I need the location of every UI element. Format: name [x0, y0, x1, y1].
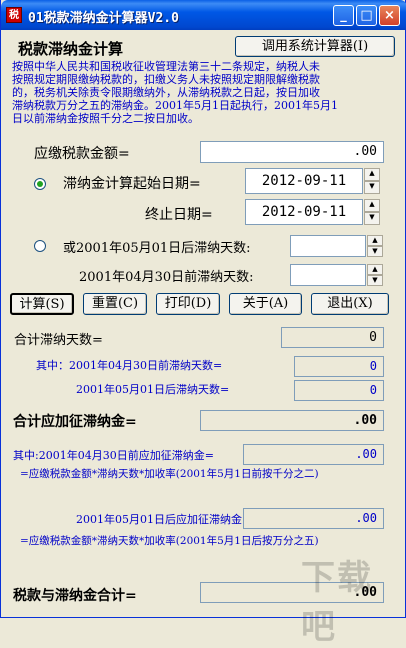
before-fee-output: .00	[243, 444, 384, 465]
spin-up-icon[interactable]: ▲	[364, 168, 380, 181]
exit-button[interactable]: 退出(X)	[311, 293, 389, 315]
spin-up-icon[interactable]: ▲	[364, 199, 380, 212]
end-date-spinner[interactable]: ▲ ▼	[364, 199, 380, 225]
after-days-output: 0	[294, 380, 384, 401]
spin-down-icon[interactable]: ▼	[364, 181, 380, 194]
start-date-spinner[interactable]: ▲ ▼	[364, 168, 380, 194]
spin-down-icon[interactable]: ▼	[364, 212, 380, 225]
maximize-button[interactable]: □	[356, 5, 377, 26]
spin-up-icon[interactable]: ▲	[367, 264, 383, 275]
after-fee-formula: =应缴税款金额*滞纳天数*加收率(2001年5月1日后按万分之五)	[20, 535, 319, 547]
date-mode-radio[interactable]	[34, 178, 46, 190]
calculate-button[interactable]: 计算(S)	[10, 293, 74, 315]
before-fee-formula: =应缴税款金额*滞纳天数*加收率(2001年5月1日前按千分之二)	[20, 468, 319, 480]
minimize-button[interactable]: _	[333, 5, 354, 26]
before-days-spinner[interactable]: ▲ ▼	[367, 264, 383, 286]
app-window: 税 01税款滞纳金计算器V2.0 _ □ × 税款滞纳金计算 调用系统计算器(I…	[0, 0, 406, 647]
grand-total-label: 税款与滞纳金合计=	[13, 588, 137, 604]
close-button[interactable]: ×	[379, 5, 400, 26]
tax-amount-label: 应缴税款金额=	[34, 146, 130, 162]
description-line: 日以前滞纳金按照千分之二按日加收。	[12, 112, 199, 125]
after-days-spinner[interactable]: ▲ ▼	[367, 235, 383, 257]
app-icon: 税	[6, 7, 22, 23]
description-line: 按照规定期限缴纳税款的，扣缴义务人未按照规定期限解缴税款	[12, 73, 320, 86]
description-line: 的，税务机关除责令限期缴纳外，从滞纳税款之日起，按日加收	[12, 86, 320, 99]
end-date-label: 终止日期=	[145, 207, 213, 223]
description-line: 按照中华人民共和国税收征收管理法第三十二条规定，纳税人未	[12, 60, 320, 73]
print-button[interactable]: 打印(D)	[156, 293, 220, 315]
total-days-label: 合计滞纳天数=	[14, 333, 103, 348]
watermark-logo: 下载吧	[301, 558, 373, 647]
reset-button[interactable]: 重置(C)	[83, 293, 147, 315]
after-fee-label: 2001年05月01日后应加征滞纳金=	[76, 513, 252, 526]
before-days-input[interactable]	[290, 264, 366, 286]
end-date-picker[interactable]: 2012-09-11	[245, 199, 363, 225]
after-days-result-label: 2001年05月01日后滞纳天数=	[76, 383, 230, 396]
start-date-label: 滞纳金计算起始日期=	[63, 176, 201, 192]
about-button[interactable]: 关于(A)	[229, 293, 302, 315]
start-date-picker[interactable]: 2012-09-11	[245, 168, 363, 194]
law-description: 按照中华人民共和国税收征收管理法第三十二条规定，纳税人未 按照规定期限缴纳税款的…	[12, 60, 398, 125]
after-days-input[interactable]	[290, 235, 366, 257]
spin-up-icon[interactable]: ▲	[367, 235, 383, 246]
total-fee-output: .00	[200, 410, 384, 431]
spin-down-icon[interactable]: ▼	[367, 246, 383, 257]
before-days-output: 0	[294, 356, 384, 377]
page-heading: 税款滞纳金计算	[18, 40, 124, 58]
title-bar[interactable]: 税 01税款滞纳金计算器V2.0 _ □ ×	[1, 0, 406, 30]
total-days-output: 0	[281, 327, 384, 348]
before-days-result-label: 其中：2001年04月30日前滞纳天数=	[36, 359, 223, 372]
description-line: 滞纳税款万分之五的滞纳金。2001年5月1日起执行，2001年5月1	[12, 99, 338, 112]
window-title: 01税款滞纳金计算器V2.0	[28, 11, 179, 26]
before-fee-label: 其中:2001年04月30日前应加征滞纳金=	[13, 449, 214, 462]
tax-amount-input[interactable]: .00	[200, 141, 384, 163]
after-fee-output: .00	[243, 508, 384, 529]
spin-down-icon[interactable]: ▼	[367, 275, 383, 286]
after-days-input-label: 或2001年05月01日后滞纳天数:	[63, 241, 251, 256]
total-fee-label: 合计应加征滞纳金=	[13, 414, 137, 430]
before-days-input-label: 2001年04月30日前滞纳天数:	[79, 270, 254, 285]
system-calculator-button[interactable]: 调用系统计算器(I)	[235, 36, 395, 57]
days-mode-radio[interactable]	[34, 240, 46, 252]
